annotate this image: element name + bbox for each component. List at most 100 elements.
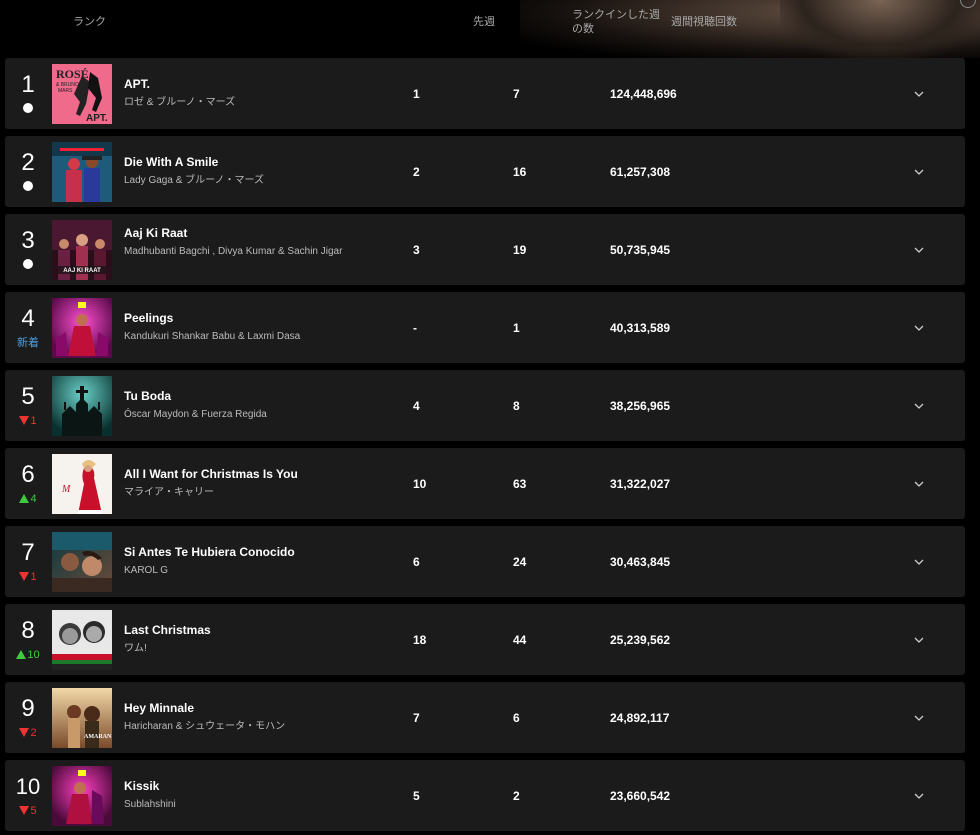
rank-number: 9: [21, 695, 35, 722]
rank-number: 5: [21, 383, 35, 410]
rank-number: 7: [21, 539, 35, 566]
weeks-on-chart-value: 16: [513, 165, 527, 179]
chart-row[interactable]: 8 10 Last Christmas ワム! 18 44 25,239,562: [5, 604, 965, 675]
chevron-down-icon[interactable]: [913, 399, 925, 411]
svg-text:AMARAN: AMARAN: [84, 734, 112, 740]
artist-name[interactable]: KAROL G: [124, 563, 344, 578]
chevron-down-icon[interactable]: [913, 555, 925, 567]
chevron-down-icon[interactable]: [913, 633, 925, 645]
rank-change-value: 1: [30, 571, 37, 583]
kissik-album-art[interactable]: [52, 766, 112, 826]
rank-number: 6: [21, 461, 35, 488]
artist-name[interactable]: Óscar Maydon & Fuerza Regida: [124, 407, 344, 422]
prev-week-value: -: [413, 321, 417, 335]
artist-name[interactable]: ロゼ & ブルーノ・マーズ: [124, 95, 344, 110]
chart-header: ランク 先週 ランクインした週の数 週間視聴回数: [0, 0, 980, 58]
last-christmas-album-art[interactable]: [52, 610, 112, 670]
rank-down-indicator: 2: [5, 727, 51, 739]
chevron-down-icon[interactable]: [913, 477, 925, 489]
apt-album-art[interactable]: ROSÉ & BRUNO MARS APT.: [52, 64, 112, 124]
rank-down-indicator: 5: [5, 805, 51, 817]
prev-week-value: 18: [413, 633, 427, 647]
chart-row[interactable]: 1 ROSÉ & BRUNO MARS APT. APT. ロゼ & ブルーノ・マーズ 1 7 1…: [5, 58, 965, 129]
rank-change-value: 1: [30, 415, 37, 427]
peelings-album-art[interactable]: [52, 298, 112, 358]
chart-row[interactable]: 2 Die With A Smile Lady Gaga & ブルーノ・マーズ 2 16…: [5, 136, 965, 207]
song-title[interactable]: All I Want for Christmas Is You: [124, 467, 298, 481]
si-antes-album-art[interactable]: [52, 532, 112, 592]
no-change-indicator: [5, 259, 51, 272]
header-background-highlight: [780, 0, 980, 58]
rank-column-header: ランク: [73, 16, 106, 28]
chevron-down-icon[interactable]: [913, 87, 925, 99]
song-title[interactable]: APT.: [124, 77, 150, 91]
rank-down-indicator: 1: [5, 571, 51, 583]
song-title[interactable]: Si Antes Te Hubiera Conocido: [124, 545, 295, 559]
rank-change-value: 4: [30, 493, 37, 505]
artist-name[interactable]: Madhubanti Bagchi , Divya Kumar & Sachin…: [124, 244, 344, 259]
chevron-down-icon[interactable]: [913, 711, 925, 723]
christmas-album-art[interactable]: M: [52, 454, 112, 514]
arrow-down-icon: [19, 416, 30, 425]
weeks-on-chart-value: 1: [513, 321, 520, 335]
weekly-views-value: 61,257,308: [610, 165, 671, 179]
rank-number: 4: [21, 305, 35, 332]
prev-week-value: 1: [413, 87, 420, 101]
arrow-down-icon: [19, 806, 30, 815]
chart-row[interactable]: 7 1 Si Antes Te Hubiera Conocido KAROL G 6 24…: [5, 526, 965, 597]
weeks-on-chart-value: 8: [513, 399, 520, 413]
no-change-indicator: [5, 103, 51, 116]
arrow-down-icon: [19, 728, 30, 737]
artist-name[interactable]: Haricharan & シュウェータ・モハン: [124, 719, 344, 734]
chart-row[interactable]: 9 2 AMARAN Hey Minnale Haricharan & シュウェータ・モ…: [5, 682, 965, 753]
chart-row[interactable]: 10 5 Kissik Sublahshini 5 2 23,660,542: [5, 760, 965, 831]
song-title[interactable]: Die With A Smile: [124, 155, 218, 169]
weeks-on-chart-value: 24: [513, 555, 527, 569]
arrow-up-icon: [16, 650, 27, 659]
weekly-views-value: 31,322,027: [610, 477, 671, 491]
artist-name[interactable]: マライア・キャリー: [124, 485, 344, 500]
artist-name[interactable]: ワム!: [124, 641, 344, 656]
svg-text:AAJ KI RAAT: AAJ KI RAAT: [63, 268, 101, 274]
rank-number: 2: [21, 149, 35, 176]
chart-row[interactable]: 5 1 Tu Boda Óscar Maydon & Fuerza Regida 4 8 3…: [5, 370, 965, 441]
song-title[interactable]: Tu Boda: [124, 389, 171, 403]
song-title[interactable]: Aaj Ki Raat: [124, 226, 187, 240]
artist-name[interactable]: Lady Gaga & ブルーノ・マーズ: [124, 173, 344, 188]
weekly-views-value: 38,256,965: [610, 399, 671, 413]
chart-row[interactable]: 4 新着 Peelings Kandukuri Shankar Babu & Laxm…: [5, 292, 965, 363]
weeks-on-chart-value: 19: [513, 243, 527, 257]
svg-text:APT.: APT.: [86, 113, 108, 124]
hey-minnale-album-art[interactable]: AMARAN: [52, 688, 112, 748]
rank-up-indicator: 4: [5, 493, 51, 505]
tu-boda-album-art[interactable]: [52, 376, 112, 436]
prev-week-value: 4: [413, 399, 420, 413]
prev-week-value: 10: [413, 477, 427, 491]
weekly-views-value: 30,463,845: [610, 555, 671, 569]
song-title[interactable]: Last Christmas: [124, 623, 211, 637]
weeks-on-chart-value: 7: [513, 87, 520, 101]
chevron-down-icon[interactable]: [913, 789, 925, 801]
die-with-a-smile-album-art[interactable]: [52, 142, 112, 202]
rank-change-value: 5: [30, 805, 37, 817]
song-title[interactable]: Kissik: [124, 779, 159, 793]
weekly-views-value: 23,660,542: [610, 789, 671, 803]
chevron-down-icon[interactable]: [913, 321, 925, 333]
new-entry-label: 新着: [17, 337, 39, 349]
artist-name[interactable]: Kandukuri Shankar Babu & Laxmi Dasa: [124, 329, 344, 344]
song-title[interactable]: Hey Minnale: [124, 701, 194, 715]
no-change-dot-icon: [23, 259, 33, 269]
chevron-down-icon[interactable]: [913, 165, 925, 177]
no-change-dot-icon: [23, 181, 33, 191]
chart-row[interactable]: 6 4 M All I Want for Christmas Is You マライア・キ…: [5, 448, 965, 519]
chevron-down-icon[interactable]: [913, 243, 925, 255]
song-title[interactable]: Peelings: [124, 311, 173, 325]
rank-number: 8: [21, 617, 35, 644]
rank-change-value: 10: [27, 649, 40, 661]
aaj-ki-raat-album-art[interactable]: AAJ KI RAAT: [52, 220, 112, 280]
weekly-views-value: 24,892,117: [610, 711, 670, 725]
chart-row[interactable]: 3 AAJ KI RAAT Aaj Ki Raat Madhubanti Bagchi…: [5, 214, 965, 285]
rank-number: 1: [21, 71, 35, 98]
artist-name[interactable]: Sublahshini: [124, 797, 344, 812]
svg-text:MARS: MARS: [58, 88, 73, 94]
